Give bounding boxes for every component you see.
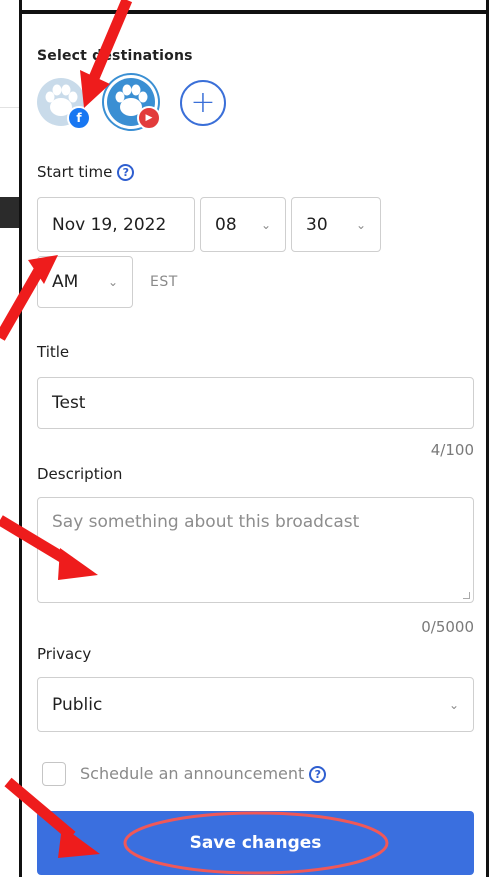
resize-handle[interactable] [463, 592, 470, 599]
plus-icon: + [190, 85, 216, 120]
chevron-down-icon: ⌄ [448, 697, 459, 712]
date-input[interactable]: Nov 19, 2022 [37, 197, 195, 252]
destination-youtube[interactable]: ▶ [107, 78, 161, 130]
start-time-label-text: Start time [37, 163, 113, 181]
chevron-down-icon: ⌄ [107, 275, 118, 289]
background-toolbar [0, 197, 20, 228]
description-label: Description [37, 465, 123, 483]
title-char-counter: 4/100 [430, 441, 474, 459]
add-destination-button[interactable]: + [180, 80, 226, 126]
help-icon[interactable]: ? [309, 766, 327, 783]
panel-top-border [19, 10, 489, 14]
save-changes-button[interactable]: Save changes [37, 811, 474, 875]
minute-select[interactable]: 30 ⌄ [291, 197, 381, 252]
chevron-down-icon: ⌄ [355, 217, 366, 232]
title-input[interactable]: Test [37, 377, 474, 429]
background-divider [0, 107, 20, 108]
save-changes-label: Save changes [189, 833, 322, 853]
destinations-heading: Select destinations [37, 48, 193, 64]
privacy-label: Privacy [37, 645, 92, 663]
privacy-select[interactable]: Public ⌄ [37, 677, 474, 732]
description-placeholder: Say something about this broadcast [52, 512, 360, 532]
hour-select[interactable]: 08 ⌄ [200, 197, 286, 252]
ampm-value: AM [52, 272, 79, 292]
help-icon[interactable]: ? [117, 164, 135, 181]
date-value: Nov 19, 2022 [52, 214, 167, 235]
minute-value: 30 [306, 214, 328, 235]
youtube-icon: ▶ [137, 106, 161, 130]
title-label: Title [37, 343, 70, 361]
announcement-label: Schedule an announcement? [80, 764, 327, 783]
description-textarea[interactable]: Say something about this broadcast [37, 497, 474, 603]
announcement-checkbox[interactable] [42, 762, 66, 786]
privacy-value: Public [52, 694, 103, 715]
chevron-down-icon: ⌄ [260, 217, 271, 232]
title-value: Test [52, 393, 86, 413]
description-char-counter: 0/5000 [421, 618, 474, 636]
facebook-icon: f [67, 106, 91, 130]
timezone-label: EST [150, 274, 178, 290]
destination-facebook[interactable]: f [37, 78, 91, 130]
announcement-label-text: Schedule an announcement [80, 764, 305, 783]
start-time-label: Start time? [37, 163, 135, 181]
hour-value: 08 [215, 214, 237, 235]
broadcast-settings-panel [19, 0, 489, 877]
ampm-select[interactable]: AM ⌄ [37, 256, 133, 308]
